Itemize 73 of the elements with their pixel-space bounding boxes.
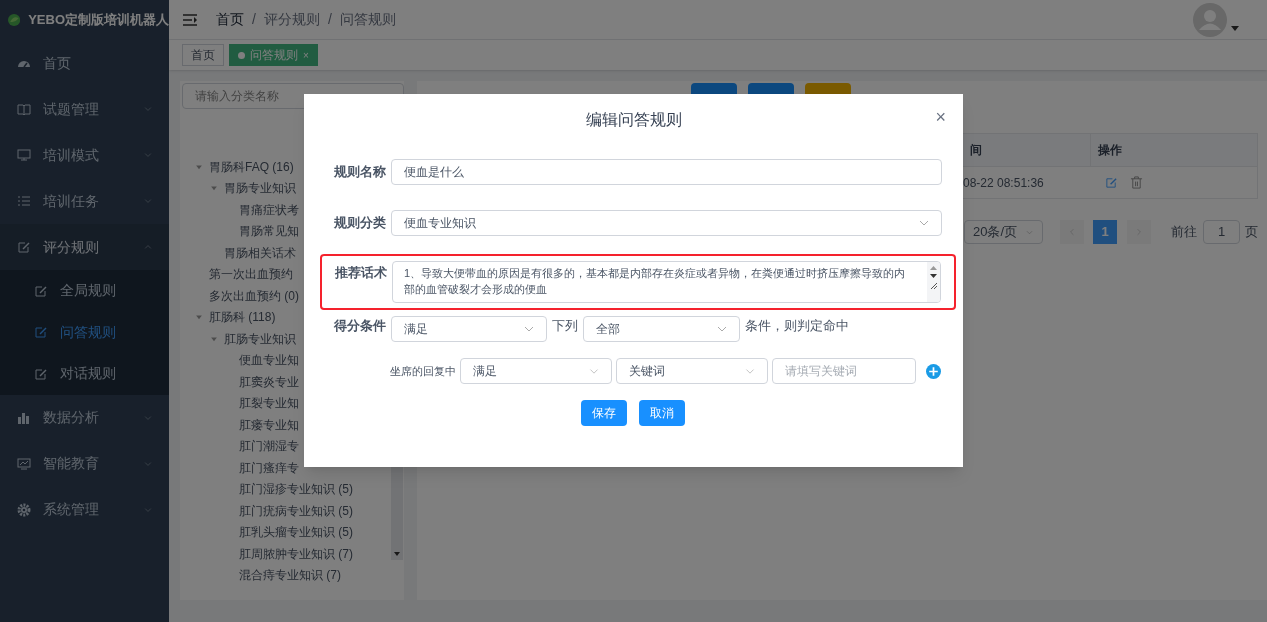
sidebar-item[interactable]: 系统管理 bbox=[0, 486, 169, 533]
list-icon bbox=[17, 194, 31, 208]
page-size-select[interactable]: 20条/页 bbox=[964, 220, 1043, 244]
sidebar-item[interactable]: 智能教育 bbox=[0, 440, 169, 487]
field-label: 规则分类 bbox=[334, 214, 387, 233]
caret-icon[interactable] bbox=[1231, 26, 1239, 31]
script-textarea[interactable]: 1、导致大便带血的原因是有很多的，基本都是内部存在炎症或者异物，在粪便通过时挤压摩擦导致的内部的血管破裂才会形成的便血 bbox=[392, 261, 941, 303]
chevron-down-icon bbox=[745, 366, 755, 376]
edit-icon bbox=[17, 240, 31, 254]
trash-icon[interactable] bbox=[1130, 176, 1143, 189]
edit-icon bbox=[34, 366, 48, 381]
breadcrumb-link[interactable]: 问答规则 bbox=[339, 9, 396, 30]
chevron-down-icon bbox=[919, 220, 929, 226]
table-cell-text: 08-22 08:51:36 bbox=[963, 174, 1045, 192]
sidebar-item[interactable]: 评分规则 bbox=[0, 224, 169, 270]
breadcrumb-separator: / bbox=[327, 10, 332, 29]
submenu-item[interactable]: 对话规则 bbox=[0, 353, 169, 395]
rule-name-field[interactable]: 便血是什么 bbox=[391, 159, 942, 185]
field-label: 推荐话术 bbox=[335, 264, 388, 282]
book-icon bbox=[17, 102, 31, 116]
field-label: 得分条件 bbox=[334, 317, 387, 335]
scroll-down-icon[interactable] bbox=[930, 274, 937, 278]
goto-label: 前往 bbox=[1171, 223, 1197, 242]
rule-select[interactable]: 关键词 bbox=[616, 358, 768, 384]
submenu-item[interactable]: 全局规则 bbox=[0, 270, 169, 312]
sidebar-item[interactable]: 试题管理 bbox=[0, 86, 169, 132]
tree-item[interactable]: 肛门疣病专业知识 (5) bbox=[194, 500, 404, 522]
breadcrumb-link[interactable]: 首页 bbox=[216, 9, 244, 30]
column-header: 间 bbox=[969, 142, 983, 159]
resize-handle-icon[interactable] bbox=[930, 282, 937, 289]
tree-item[interactable]: 肛乳头瘤专业知识 (5) bbox=[194, 521, 404, 543]
breadcrumb-link[interactable]: 评分规则 bbox=[263, 9, 320, 30]
tab[interactable]: 首页 bbox=[182, 44, 224, 66]
tree-item[interactable]: 混合痔专业知识 (7) bbox=[194, 564, 404, 586]
tab[interactable]: 问答规则 × bbox=[229, 44, 318, 66]
gear-icon bbox=[17, 502, 31, 517]
sidebar-item[interactable]: 培训模式 bbox=[0, 132, 169, 178]
condition-select[interactable]: 满足 bbox=[391, 316, 547, 342]
bar-chart-icon bbox=[17, 410, 31, 425]
add-icon[interactable] bbox=[926, 363, 941, 379]
monitor-icon bbox=[17, 148, 31, 162]
sidebar-item[interactable]: 首页 bbox=[0, 40, 169, 86]
page-button[interactable]: 1 bbox=[1093, 220, 1117, 244]
edit-icon[interactable] bbox=[1105, 176, 1118, 189]
condition-select[interactable]: 全部 bbox=[583, 316, 740, 342]
close-icon[interactable]: × bbox=[303, 47, 309, 63]
menu-icon[interactable] bbox=[183, 13, 197, 26]
cancel-button[interactable]: 取消 bbox=[639, 400, 685, 426]
page-suffix: 页 bbox=[1245, 223, 1258, 242]
category-select[interactable]: 便血专业知识 bbox=[391, 210, 942, 236]
breadcrumb-separator: / bbox=[252, 10, 256, 29]
condition-text: 条件，则判定命中 bbox=[745, 317, 849, 335]
tree-item[interactable]: 肛周脓肿专业知识 (7) bbox=[194, 543, 404, 565]
rule-select[interactable]: 满足 bbox=[460, 358, 612, 384]
chevron-down-icon bbox=[717, 326, 727, 332]
save-button[interactable]: 保存 bbox=[581, 400, 627, 426]
column-header: 操作 bbox=[1090, 134, 1257, 166]
sidebar-item[interactable]: 数据分析 bbox=[0, 394, 169, 441]
page-input[interactable]: 1 bbox=[1203, 220, 1240, 244]
chevron-down-icon bbox=[524, 326, 534, 332]
chevron-down-icon bbox=[589, 366, 599, 376]
screen-icon bbox=[17, 456, 31, 471]
edit-icon bbox=[34, 325, 48, 340]
close-button[interactable]: × bbox=[935, 108, 946, 126]
submenu-item[interactable]: 问答规则 bbox=[0, 311, 169, 353]
rule-label: 坐席的回复中 bbox=[390, 363, 456, 379]
dialog-title: 编辑问答规则 bbox=[585, 110, 682, 130]
sidebar-item[interactable]: 培训任务 bbox=[0, 178, 169, 224]
app-title: YEBO定制版培训机器人 bbox=[28, 11, 169, 30]
keyword-field[interactable]: 请填写关键词 bbox=[772, 358, 916, 384]
tree-item[interactable]: 肛门湿疹专业知识 (5) bbox=[194, 478, 404, 500]
condition-text: 下列 bbox=[552, 317, 578, 335]
edit-icon bbox=[34, 283, 48, 298]
